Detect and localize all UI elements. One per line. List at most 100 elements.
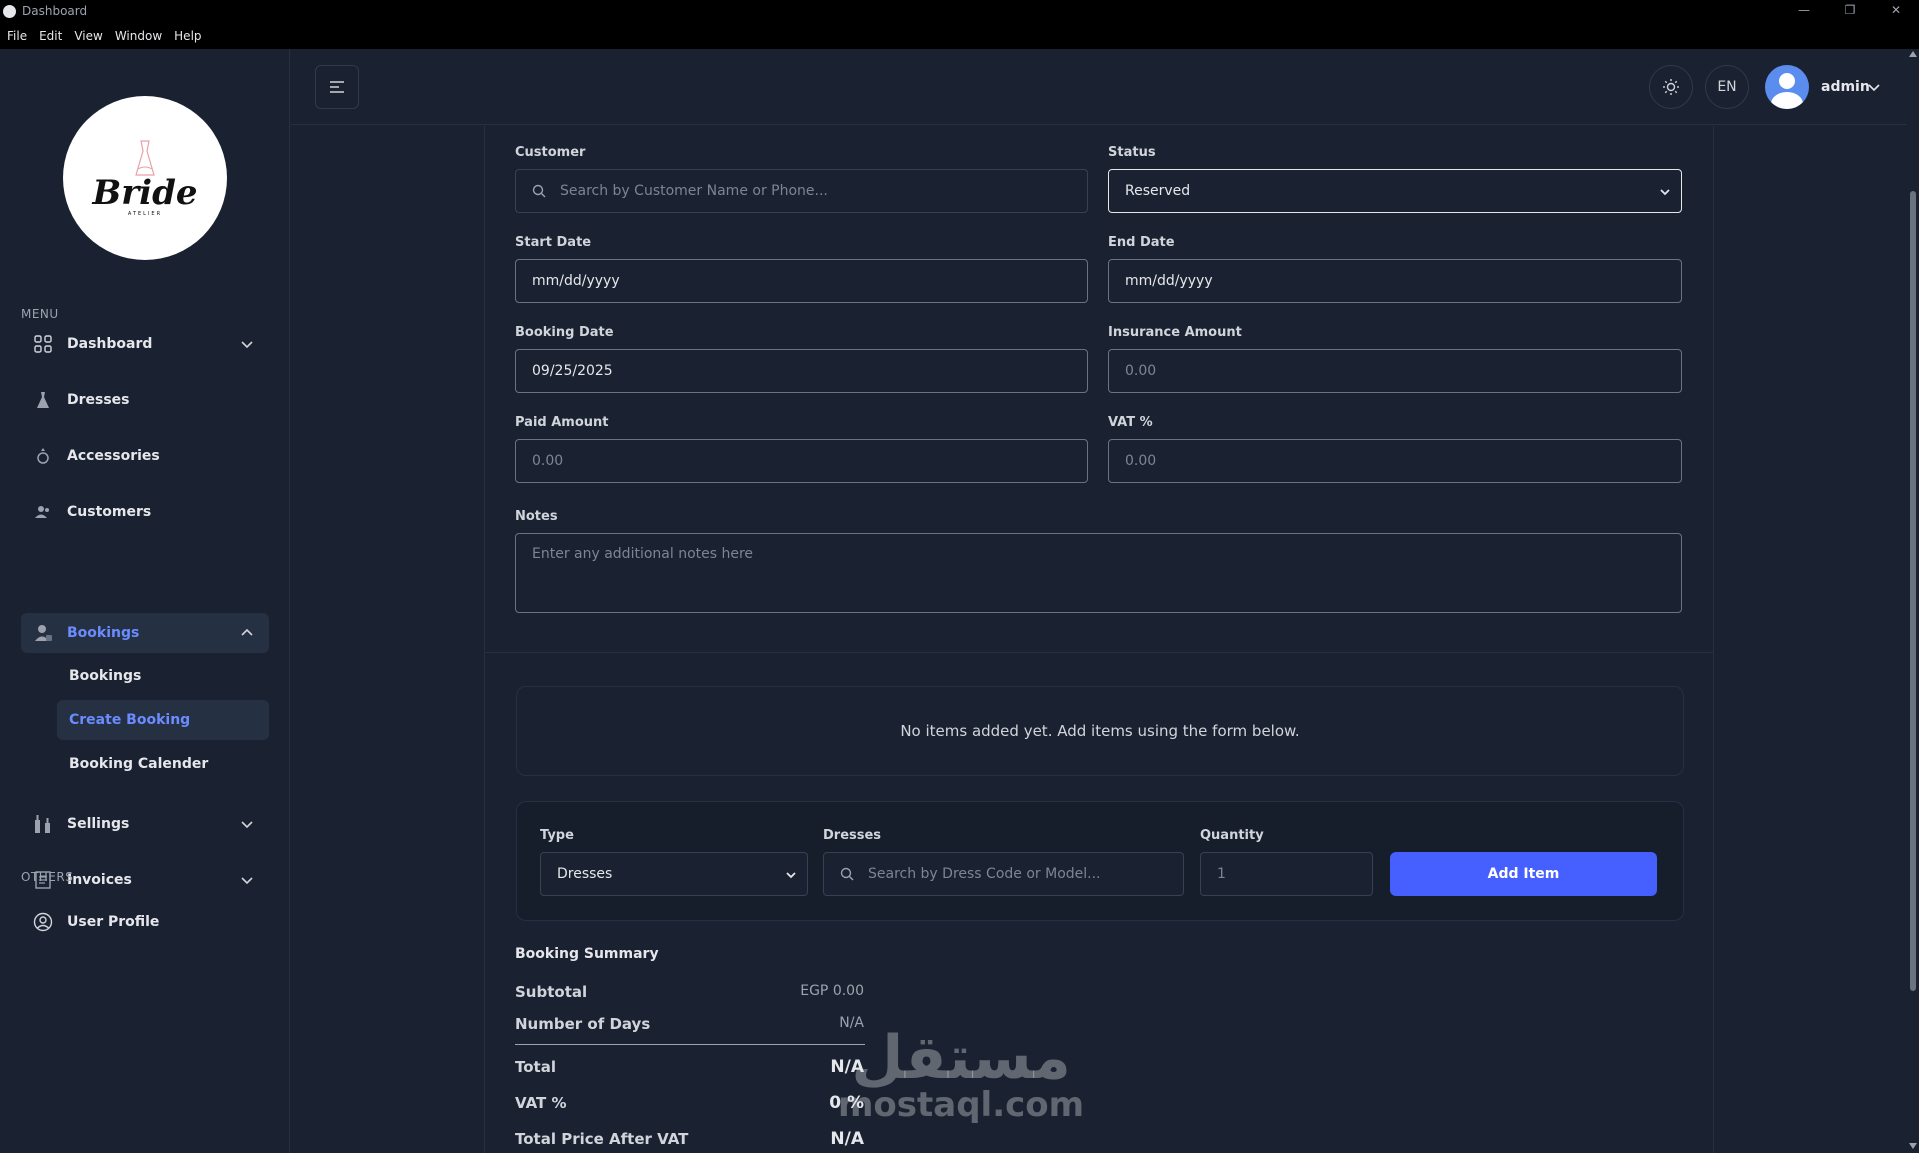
menu-window[interactable]: Window <box>115 29 162 43</box>
scroll-down-icon[interactable] <box>1909 1143 1917 1149</box>
logo-brand-text: Bride <box>92 173 198 213</box>
scrollbar-thumb[interactable] <box>1910 191 1916 991</box>
menu-edit[interactable]: Edit <box>39 29 62 43</box>
menu-view[interactable]: View <box>74 29 102 43</box>
menu-help[interactable]: Help <box>174 29 201 43</box>
summary-divider <box>515 1044 865 1045</box>
sidebar-item-label: Bookings <box>67 625 140 641</box>
chevron-up-icon <box>241 628 253 636</box>
menu-section-label: MENU <box>21 307 59 321</box>
watermark-latin: mostaql.com <box>838 1085 1085 1125</box>
menu-file[interactable]: File <box>7 29 27 43</box>
sidebar-item-dashboard[interactable]: Dashboard <box>21 324 269 364</box>
chevron-down-icon <box>786 872 796 879</box>
dress-search-input[interactable]: Search by Dress Code or Model... <box>823 852 1184 896</box>
dress-search-placeholder: Search by Dress Code or Model... <box>868 866 1101 882</box>
bottles-icon <box>33 814 53 834</box>
user-name[interactable]: admin <box>1821 79 1870 95</box>
sidebar-item-bookings[interactable]: Bookings <box>21 613 269 653</box>
sidebar-item-accessories[interactable]: Accessories <box>21 436 269 476</box>
add-item-button[interactable]: Add Item <box>1390 852 1657 896</box>
chevron-down-icon <box>1660 189 1670 196</box>
customer-search-input[interactable]: Search by Customer Name or Phone... <box>515 169 1088 213</box>
sidebar-item-label: Dashboard <box>67 336 153 352</box>
sidebar-subitem-bookings[interactable]: Bookings <box>57 656 269 696</box>
sidebar-subitem-booking-calender[interactable]: Booking Calender <box>57 744 269 784</box>
logo-sub-text: ATELIER <box>127 211 163 217</box>
dress-logo-icon <box>135 140 155 176</box>
type-value: Dresses <box>557 866 613 882</box>
sidebar-item-label: Customers <box>67 504 152 520</box>
end-date-input[interactable]: mm/dd/yyyy <box>1108 259 1682 303</box>
dresses-label: Dresses <box>823 828 882 843</box>
theme-toggle-button[interactable] <box>1649 65 1693 109</box>
minimize-button[interactable]: — <box>1781 0 1827 22</box>
sidebar-item-label: Sellings <box>67 816 130 832</box>
sidebar-toggle-button[interactable] <box>315 65 359 109</box>
language-button[interactable]: EN <box>1705 65 1749 109</box>
sidebar-item-customers[interactable]: Customers <box>21 492 269 532</box>
vat-input[interactable]: 0.00 <box>1108 439 1682 483</box>
maximize-button[interactable]: ❐ <box>1827 0 1873 22</box>
menu-bar: File Edit View Window Help <box>0 22 1919 49</box>
subtotal-value: EGP 0.00 <box>800 983 864 999</box>
booking-icon <box>33 623 53 643</box>
menu-icon <box>330 81 344 93</box>
sidebar: Bride ATELIER MENU Dashboard Dresses Acc… <box>0 49 290 1153</box>
items-empty-message: No items added yet. Add items using the … <box>516 686 1684 776</box>
vat-label: VAT % <box>1108 415 1153 430</box>
start-date-input[interactable]: mm/dd/yyyy <box>515 259 1088 303</box>
customer-search-placeholder: Search by Customer Name or Phone... <box>560 183 828 199</box>
status-label: Status <box>1108 145 1156 160</box>
user-circle-icon <box>33 912 53 932</box>
app-icon <box>3 4 16 18</box>
notes-textarea[interactable]: Enter any additional notes here <box>515 533 1682 613</box>
avatar-head <box>1779 73 1795 89</box>
paid-amount-label: Paid Amount <box>515 415 609 430</box>
sidebar-subitem-create-booking[interactable]: Create Booking <box>57 700 269 740</box>
notes-label: Notes <box>515 509 558 524</box>
window-title: Dashboard <box>22 4 88 18</box>
close-button[interactable]: ✕ <box>1873 0 1919 22</box>
paid-amount-input[interactable]: 0.00 <box>515 439 1088 483</box>
booking-summary-title: Booking Summary <box>515 946 659 962</box>
ring-icon <box>33 446 53 466</box>
chevron-down-icon[interactable] <box>1867 80 1881 94</box>
sidebar-item-sellings[interactable]: Sellings <box>21 804 269 844</box>
start-date-label: Start Date <box>515 235 592 250</box>
vat-summary-label: VAT % <box>515 1094 567 1112</box>
booking-date-label: Booking Date <box>515 325 614 340</box>
sidebar-item-label: Accessories <box>67 448 160 464</box>
sidebar-item-label: User Profile <box>67 914 160 930</box>
sidebar-item-dresses[interactable]: Dresses <box>21 380 269 420</box>
subtotal-label: Subtotal <box>515 983 588 1001</box>
customer-label: Customer <box>515 145 586 160</box>
sidebar-item-user-profile[interactable]: User Profile <box>21 902 269 942</box>
quantity-input[interactable]: 1 <box>1200 852 1373 896</box>
window-controls: — ❐ ✕ <box>1781 0 1919 22</box>
others-section-label: OTHERS <box>21 870 74 884</box>
avatar-body <box>1771 92 1803 109</box>
status-select[interactable]: Reserved <box>1108 169 1682 213</box>
dress-icon <box>33 390 53 410</box>
title-bar: Dashboard — ❐ ✕ <box>0 0 1919 22</box>
sidebar-item-label: Invoices <box>67 872 132 888</box>
insurance-amount-input[interactable]: 0.00 <box>1108 349 1682 393</box>
top-header: EN admin <box>291 49 1907 125</box>
brand-logo[interactable]: Bride ATELIER <box>63 96 227 260</box>
watermark-arabic: مستقل <box>851 1023 1071 1093</box>
users-icon <box>33 502 53 522</box>
after-vat-value: N/A <box>830 1129 864 1149</box>
search-icon <box>532 184 546 198</box>
chevron-down-icon <box>241 821 253 829</box>
grid-icon <box>33 334 53 354</box>
sun-icon <box>1663 79 1679 95</box>
insurance-amount-label: Insurance Amount <box>1108 325 1242 340</box>
avatar[interactable] <box>1765 65 1809 109</box>
page-scrollbar[interactable] <box>1907 49 1919 1153</box>
scroll-up-icon[interactable] <box>1909 51 1917 57</box>
booking-date-input[interactable]: 09/25/2025 <box>515 349 1088 393</box>
after-vat-label: Total Price After VAT <box>515 1130 689 1148</box>
watermark: مستقل mostaql.com <box>838 1028 1084 1122</box>
type-select[interactable]: Dresses <box>540 852 808 896</box>
